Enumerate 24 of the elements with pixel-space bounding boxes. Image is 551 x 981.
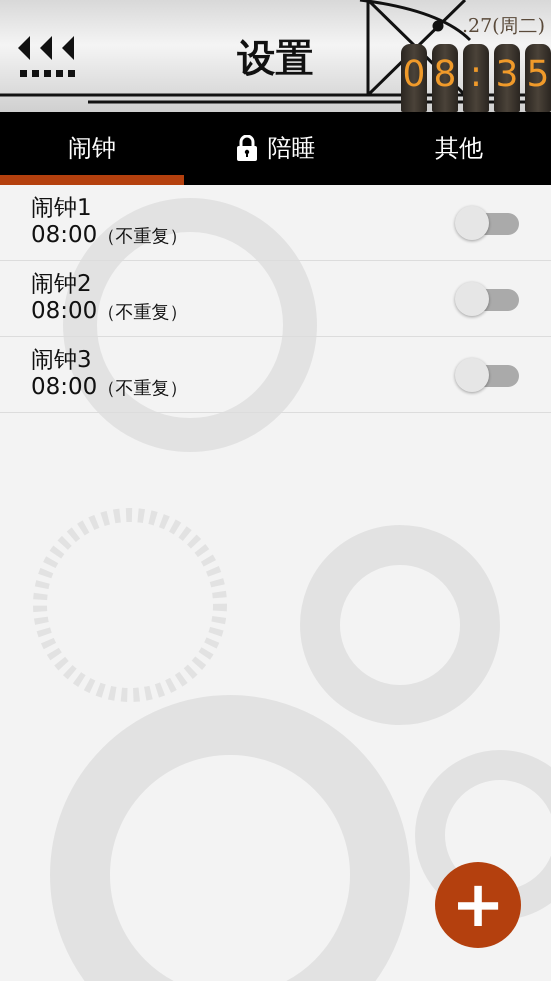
toggle-switch[interactable] [455, 282, 519, 316]
clock-digit: 3 [494, 44, 520, 112]
page-title: 设置 [238, 35, 314, 82]
alarm-time: 08:00 [31, 374, 98, 400]
alarm-name: 闹钟3 [31, 346, 92, 373]
alarm-name: 闹钟1 [31, 194, 92, 221]
repeat-label: （不重复） [97, 226, 188, 248]
clock-digit: 5 [525, 44, 551, 112]
date-text: .27(周二) [462, 14, 545, 39]
lock-icon [236, 135, 258, 161]
toggle-switch[interactable] [455, 206, 519, 240]
alarm-time: 08:00 [31, 298, 98, 324]
repeat-label: （不重复） [97, 378, 188, 400]
clock-digit: 0 [401, 44, 427, 112]
tab[interactable]: 陪睡 [184, 112, 368, 185]
clock-digit: 8 [432, 44, 458, 112]
alarm-time: 08:00 [31, 222, 98, 248]
clock-digit: : [463, 44, 489, 112]
toggle-switch[interactable] [455, 358, 519, 392]
alarm-name: 闹钟2 [31, 270, 92, 297]
repeat-label: （不重复） [97, 302, 188, 324]
add-button[interactable]: + [435, 862, 521, 948]
tab[interactable]: 其他 [367, 112, 551, 185]
tab[interactable]: 闹钟 [0, 112, 184, 185]
